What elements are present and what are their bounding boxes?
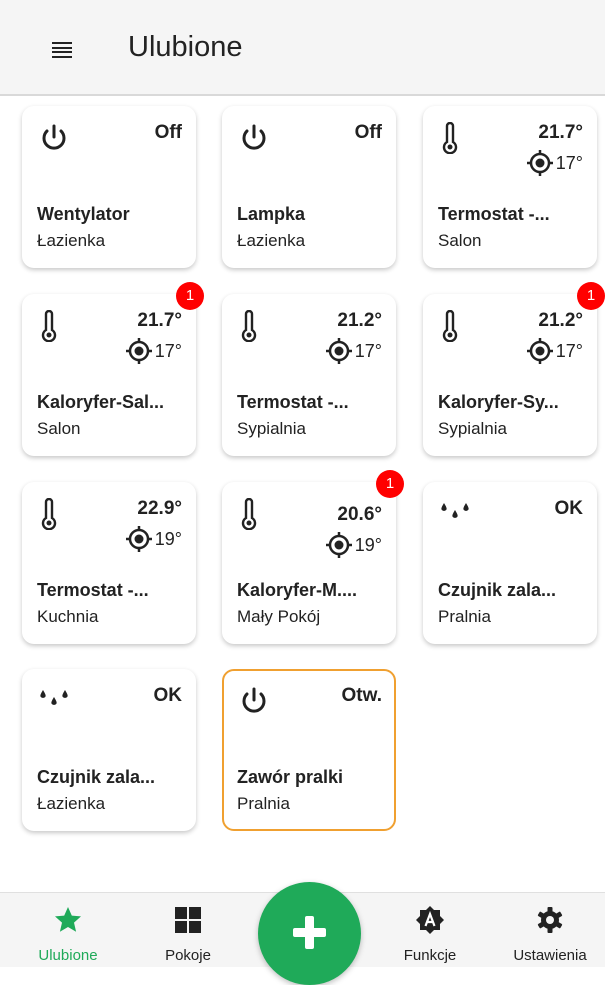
- target-icon: [526, 150, 553, 176]
- nav-label: Ulubione: [38, 947, 98, 964]
- current-temperature: 22.9°: [137, 498, 182, 519]
- water-drops-icon: [40, 690, 68, 705]
- device-room: Łazienka: [37, 794, 106, 813]
- device-status: OK: [554, 498, 584, 519]
- current-temperature: 21.2°: [538, 310, 583, 331]
- nav-item-ustawienia[interactable]: Ustawienia: [495, 893, 605, 967]
- thermometer-icon: [241, 498, 257, 530]
- device-name: Zawór pralki: [237, 767, 344, 787]
- nav-label: Funkcje: [403, 947, 457, 964]
- device-name: Kaloryfer-M....: [237, 580, 358, 600]
- device-card-termostat-salon[interactable]: 21.7° 17° Termostat -... Salon: [423, 106, 597, 268]
- device-status: OK: [153, 685, 183, 706]
- page-title: Ulubione: [128, 31, 243, 63]
- device-room: Pralnia: [438, 607, 491, 626]
- device-name: Czujnik zala...: [37, 767, 156, 787]
- device-room: Salon: [37, 419, 81, 438]
- device-room: Łazienka: [237, 231, 306, 250]
- device-status: Off: [354, 122, 382, 143]
- star-icon: [55, 907, 81, 932]
- target-icon: [325, 338, 352, 364]
- thermometer-icon: [241, 310, 257, 342]
- device-card-termostat-sypialnia[interactable]: 21.2° 17° Termostat -... Sypialnia: [222, 294, 396, 456]
- device-status: Off: [154, 122, 182, 143]
- gear-icon: [537, 907, 563, 933]
- device-card-kaloryfer-maly-pokoj[interactable]: 1 20.6° 19° Kaloryfer-M.... Mały Pokój: [222, 470, 404, 644]
- grid-icon: [175, 907, 201, 933]
- thermometer-icon: [442, 122, 458, 154]
- device-card-zawor-pralki[interactable]: Otw. Zawór pralki Pralnia: [222, 669, 396, 831]
- current-temperature: 21.7°: [137, 310, 182, 331]
- target-icon: [125, 338, 152, 364]
- target-temperature: 19°: [125, 526, 182, 552]
- target-temperature-value: 17°: [154, 340, 182, 361]
- app-bar: Ulubione: [0, 0, 605, 96]
- device-room: Mały Pokój: [237, 607, 321, 626]
- alert-badge: 1: [176, 282, 204, 310]
- device-card-wentylator[interactable]: Off Wentylator Łazienka: [22, 106, 196, 268]
- device-name: Wentylator: [37, 204, 130, 224]
- power-icon: [242, 687, 266, 713]
- target-temperature: 17°: [325, 338, 382, 364]
- current-temperature: 20.6°: [337, 504, 382, 525]
- target-temperature-value: 17°: [555, 152, 583, 173]
- target-icon: [526, 338, 553, 364]
- device-room: Sypialnia: [438, 419, 507, 438]
- nav-label: Ustawienia: [513, 947, 587, 964]
- current-temperature: 21.7°: [538, 122, 583, 143]
- device-name: Kaloryfer-Sy...: [438, 392, 559, 412]
- target-icon: [125, 526, 152, 552]
- alert-badge: 1: [376, 470, 404, 498]
- device-name: Kaloryfer-Sal...: [37, 392, 165, 412]
- device-card-termostat-kuchnia[interactable]: 22.9° 19° Termostat -... Kuchnia: [22, 482, 196, 644]
- device-name: Termostat -...: [37, 580, 149, 600]
- device-card-czujnik-lazienka[interactable]: OK Czujnik zala... Łazienka: [22, 669, 196, 831]
- device-name: Termostat -...: [237, 392, 349, 412]
- power-icon: [42, 124, 66, 150]
- power-icon: [242, 124, 266, 150]
- target-temperature-value: 19°: [354, 534, 382, 555]
- add-button[interactable]: [258, 882, 361, 985]
- target-temperature: 17°: [526, 338, 583, 364]
- water-drops-icon: [441, 503, 469, 518]
- device-room: Salon: [438, 231, 482, 250]
- device-status: Otw.: [341, 685, 382, 706]
- device-card-kaloryfer-salon[interactable]: 1 21.7° 17° Kaloryfer-Sal... Salon: [22, 282, 204, 456]
- device-name: Termostat -...: [438, 204, 550, 224]
- target-temperature-value: 19°: [154, 528, 182, 549]
- device-room: Sypialnia: [237, 419, 306, 438]
- device-room: Kuchnia: [37, 607, 99, 626]
- device-name: Czujnik zala...: [438, 580, 557, 600]
- current-temperature: 21.2°: [337, 310, 382, 331]
- thermometer-icon: [442, 310, 458, 342]
- nav-item-pokoje[interactable]: Pokoje: [133, 893, 243, 967]
- alert-badge: 1: [577, 282, 605, 310]
- device-card-lampka[interactable]: Off Lampka Łazienka: [222, 106, 396, 268]
- functions-icon: [416, 906, 444, 934]
- thermometer-icon: [41, 498, 57, 530]
- target-temperature: 19°: [325, 532, 382, 558]
- device-room: Łazienka: [37, 231, 106, 250]
- target-temperature: 17°: [526, 150, 583, 176]
- target-temperature: 17°: [125, 338, 182, 364]
- target-temperature-value: 17°: [354, 340, 382, 361]
- device-card-czujnik-pralnia[interactable]: OK Czujnik zala... Pralnia: [423, 482, 597, 644]
- device-card-kaloryfer-sypialnia[interactable]: 1 21.2° 17° Kaloryfer-Sy... Sypialnia: [423, 282, 605, 456]
- thermometer-icon: [41, 310, 57, 342]
- hamburger-menu-icon[interactable]: [52, 42, 72, 58]
- device-name: Lampka: [237, 204, 306, 224]
- nav-label: Pokoje: [165, 947, 211, 964]
- device-room: Pralnia: [237, 794, 290, 813]
- nav-item-ulubione[interactable]: Ulubione: [13, 893, 123, 967]
- plus-icon: [293, 916, 326, 949]
- target-temperature-value: 17°: [555, 340, 583, 361]
- target-icon: [325, 532, 352, 558]
- nav-item-funkcje[interactable]: Funkcje: [375, 893, 485, 967]
